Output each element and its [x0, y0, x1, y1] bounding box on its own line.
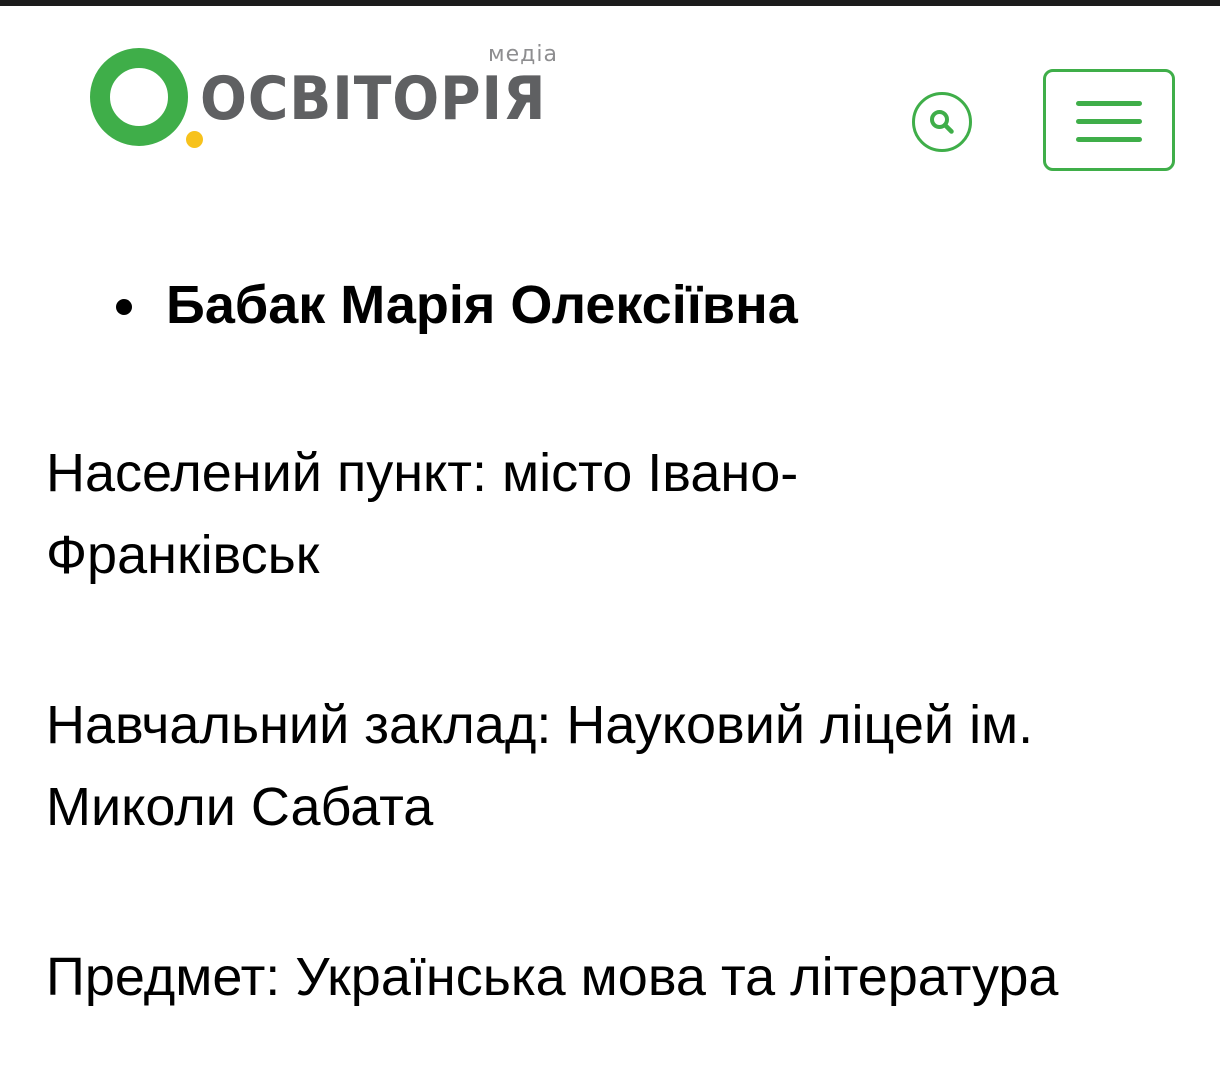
bullet-icon [116, 299, 132, 315]
menu-button[interactable] [1043, 69, 1175, 171]
search-button[interactable] [912, 92, 972, 152]
subject-text: Предмет: Українська мова та література [46, 947, 1059, 1007]
hamburger-menu-icon [1076, 119, 1142, 124]
search-icon [930, 110, 954, 134]
site-logo[interactable]: ОСВІТОРІЯ медіа [88, 42, 578, 162]
person-name: Бабак Марія Олексіївна [166, 275, 798, 335]
logo-ring-icon [90, 48, 188, 146]
hamburger-menu-icon [1076, 101, 1142, 106]
logo-wordmark: ОСВІТОРІЯ [200, 64, 547, 134]
logo-media-label: медіа [488, 42, 558, 67]
hamburger-menu-icon [1076, 137, 1142, 142]
site-header: ОСВІТОРІЯ медіа [0, 6, 1220, 196]
person-list-item: Бабак Марія Олексіївна [116, 272, 798, 338]
school-text: Навчальний заклад: Науковий ліцей ім. Ми… [46, 695, 1034, 837]
settlement-text: Населений пункт: місто Івано-Франківськ [46, 443, 799, 585]
